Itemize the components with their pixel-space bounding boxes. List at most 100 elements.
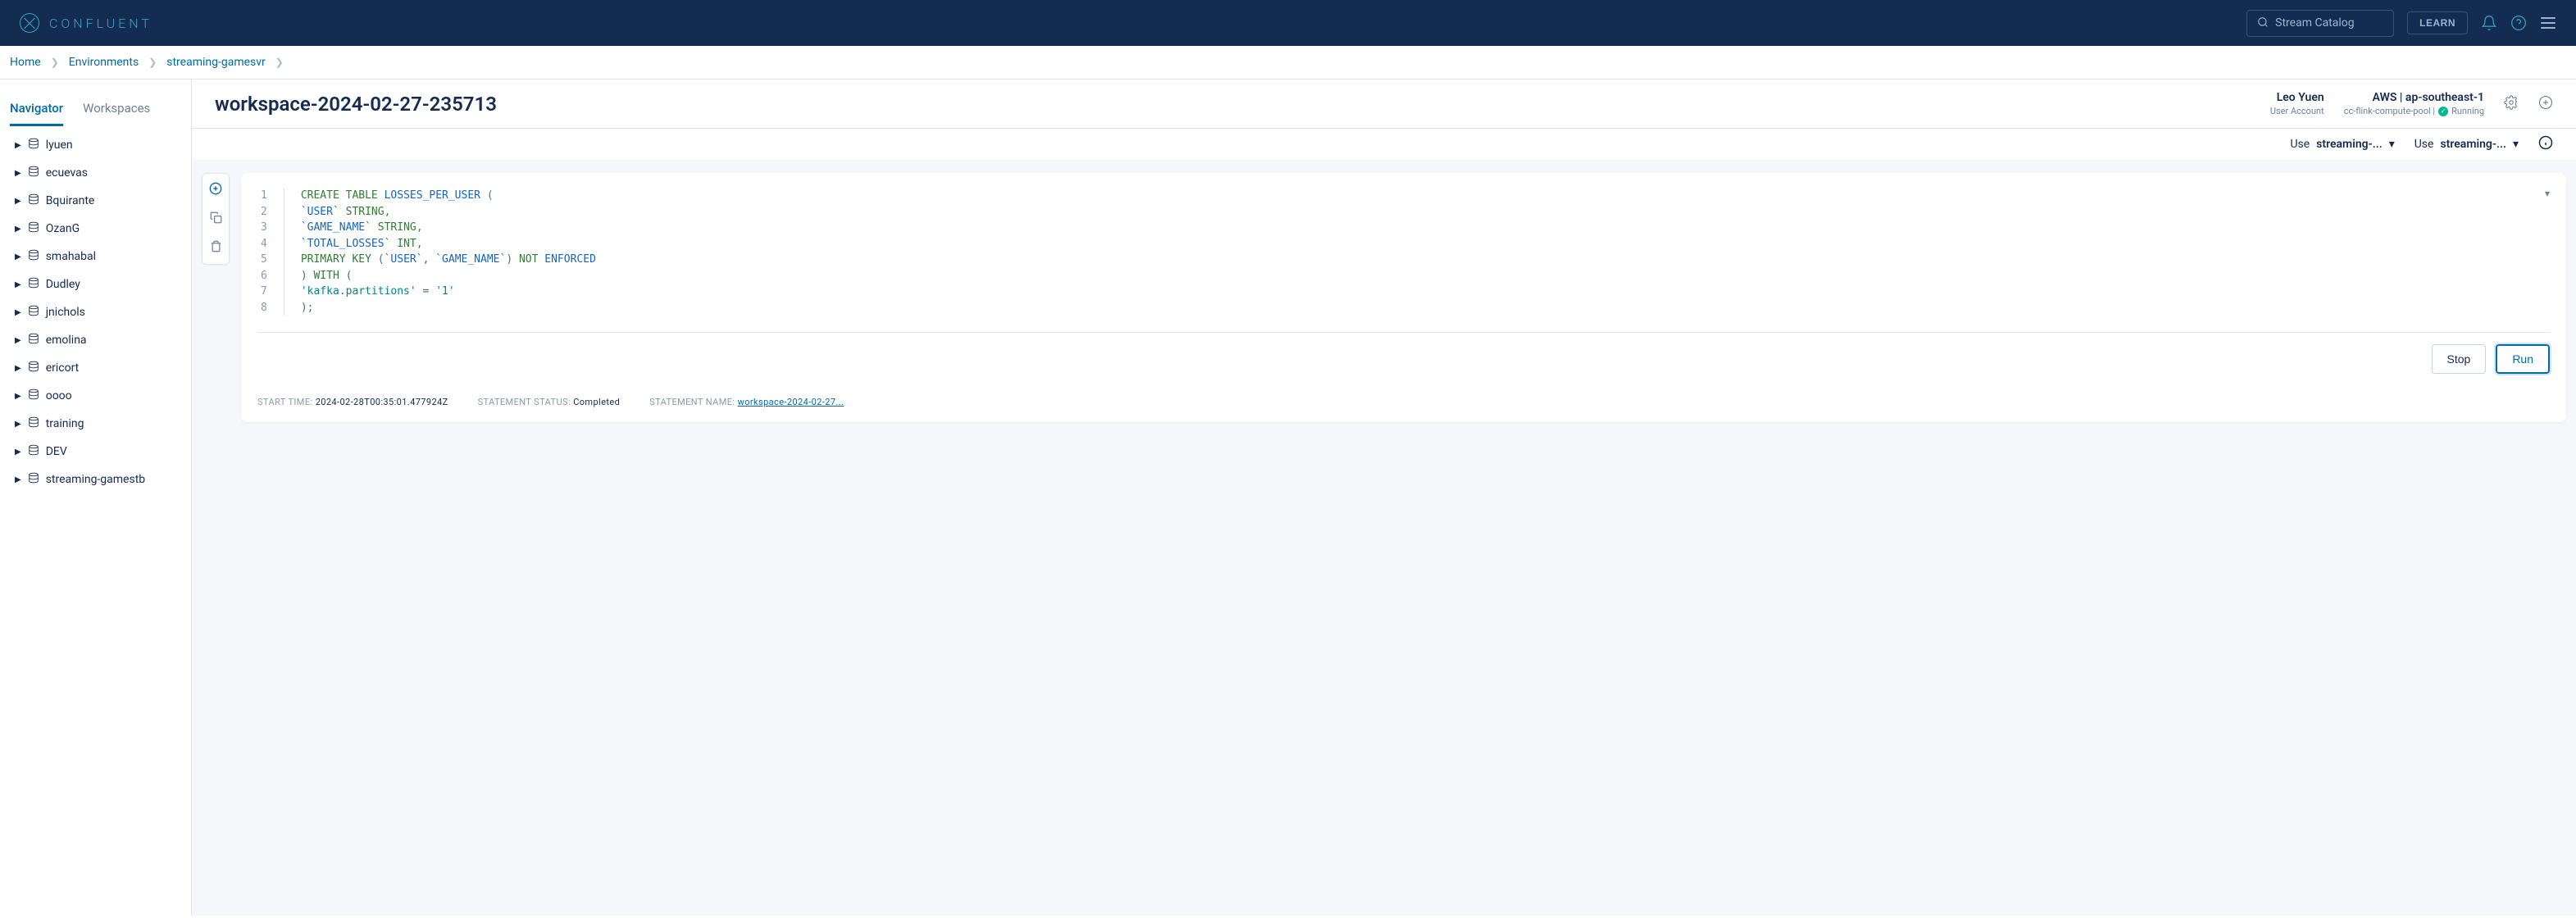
tree-item-label: Dudley <box>46 278 80 291</box>
chevron-down-icon: ▾ <box>2513 138 2519 151</box>
tree-item-label: OzanG <box>46 222 80 235</box>
breadcrumb-home[interactable]: Home <box>10 56 41 69</box>
tree-item-label: Bquirante <box>46 194 95 207</box>
status-label: STATEMENT STATUS: <box>478 397 571 407</box>
tree-item-label: ericort <box>46 361 80 375</box>
main-layout: Navigator Workspaces ▶lyuen▶ecuevas▶Bqui… <box>0 80 2576 916</box>
tree-item-label: lyuen <box>46 139 73 152</box>
tree-item[interactable]: ▶ jnichols <box>0 298 191 326</box>
use-catalog-value: streaming-... <box>2316 138 2383 151</box>
database-icon <box>28 472 39 487</box>
code-content[interactable]: CREATE TABLE LOSSES_PER_USER ( `USER` ST… <box>284 188 596 316</box>
status-running-icon: ✓ <box>2438 107 2448 116</box>
info-icon[interactable] <box>2538 135 2553 153</box>
statement-footer: START TIME: 2024-02-28T00:35:01.477924Z … <box>257 397 2550 407</box>
database-icon <box>28 249 39 264</box>
tree-item-label: oooo <box>46 389 72 402</box>
content-area: workspace-2024-02-27-235713 Leo Yuen Use… <box>192 80 2576 916</box>
tree-item[interactable]: ▶ oooo <box>0 382 191 410</box>
user-account-block[interactable]: Leo Yuen User Account <box>2270 91 2324 116</box>
start-time-label: START TIME: <box>257 397 313 407</box>
tree-item-label: streaming-gamestb <box>46 473 145 486</box>
tree-item[interactable]: ▶ lyuen <box>0 131 191 159</box>
page-title: workspace-2024-02-27-235713 <box>215 93 497 116</box>
tree-item[interactable]: ▶ DEV <box>0 438 191 466</box>
database-icon <box>28 221 39 236</box>
caret-right-icon: ▶ <box>15 197 21 206</box>
use-selector-row: Use streaming-... ▾ Use streaming-... ▾ <box>192 129 2576 160</box>
breadcrumb: Home ❯ Environments ❯ streaming-gamesvr … <box>0 46 2576 80</box>
help-icon[interactable] <box>2510 15 2527 31</box>
tree-item[interactable]: ▶ecuevas <box>0 159 191 187</box>
pool-name: cc-flink-compute-pool | <box>2344 106 2435 116</box>
use-database-selector[interactable]: Use streaming-... ▾ <box>2414 138 2519 151</box>
tree-item[interactable]: ▶emolina <box>0 326 191 354</box>
name-label: STATEMENT NAME: <box>649 397 735 407</box>
chevron-right-icon: ❯ <box>51 57 59 68</box>
trash-icon[interactable] <box>207 240 224 256</box>
tab-navigator[interactable]: Navigator <box>10 93 63 126</box>
editor-area: 12345678 CREATE TABLE LOSSES_PER_USER ( … <box>192 160 2576 435</box>
caret-right-icon: ▶ <box>15 475 21 484</box>
learn-button[interactable]: LEARN <box>2407 11 2468 34</box>
region-sub: cc-flink-compute-pool | ✓ Running <box>2344 106 2484 116</box>
caret-right-icon: ▶ <box>15 336 21 345</box>
add-cell-icon[interactable] <box>207 182 224 198</box>
tree-item-label: training <box>46 417 84 430</box>
tree-item[interactable]: ▶ training <box>0 410 191 438</box>
plus-circle-icon[interactable] <box>2538 95 2553 113</box>
sidebar-tabs: Navigator Workspaces <box>0 80 191 126</box>
workspace-header: workspace-2024-02-27-235713 Leo Yuen Use… <box>192 80 2576 129</box>
database-icon <box>28 166 39 180</box>
use-prefix: Use <box>2414 138 2434 151</box>
sidebar: Navigator Workspaces ▶lyuen▶ecuevas▶Bqui… <box>0 80 192 916</box>
tree-item-label: smahabal <box>46 250 96 263</box>
start-time-value: 2024-02-28T00:35:01.477924Z <box>316 397 448 407</box>
caret-right-icon: ▶ <box>15 308 21 317</box>
tree-item[interactable]: ▶ smahabal <box>0 243 191 270</box>
use-catalog-selector[interactable]: Use streaming-... ▾ <box>2290 138 2394 151</box>
chevron-down-icon[interactable]: ▾ <box>2538 188 2550 316</box>
run-button[interactable]: Run <box>2496 344 2550 374</box>
status-text: Running <box>2451 106 2484 116</box>
tree-item[interactable]: ▶ OzanG <box>0 215 191 243</box>
bell-icon[interactable] <box>2481 15 2497 31</box>
statement-status-field: STATEMENT STATUS: Completed <box>478 397 621 407</box>
app-header: CONFLUENT Stream Catalog LEARN <box>0 0 2576 46</box>
breadcrumb-env-name[interactable]: streaming-gamesvr <box>166 56 266 69</box>
editor-card: 12345678 CREATE TABLE LOSSES_PER_USER ( … <box>241 173 2566 422</box>
line-numbers: 12345678 <box>257 188 284 316</box>
user-role: User Account <box>2270 106 2324 116</box>
statement-name-link[interactable]: workspace-2024-02-27... <box>738 397 844 407</box>
copy-icon[interactable] <box>207 211 224 227</box>
search-icon <box>2257 16 2269 31</box>
code-editor[interactable]: 12345678 CREATE TABLE LOSSES_PER_USER ( … <box>257 188 2538 316</box>
database-icon <box>28 444 39 459</box>
database-icon <box>28 333 39 348</box>
gear-icon[interactable] <box>2504 95 2519 113</box>
chevron-right-icon: ❯ <box>148 57 157 68</box>
database-icon <box>28 416 39 431</box>
tree-item[interactable]: ▶ericort <box>0 354 191 382</box>
stream-catalog-search[interactable]: Stream Catalog <box>2246 10 2394 37</box>
caret-right-icon: ▶ <box>15 169 21 178</box>
editor-toolbar <box>202 173 230 265</box>
stop-button[interactable]: Stop <box>2432 344 2487 374</box>
region-block[interactable]: AWS | ap-southeast-1 cc-flink-compute-po… <box>2344 91 2484 116</box>
caret-right-icon: ▶ <box>15 252 21 261</box>
brand-logo[interactable]: CONFLUENT <box>20 13 152 33</box>
caret-right-icon: ▶ <box>15 448 21 457</box>
tree-item[interactable]: ▶ streaming-gamestb <box>0 466 191 493</box>
editor-actions: Stop Run <box>257 344 2550 374</box>
caret-right-icon: ▶ <box>15 392 21 401</box>
caret-right-icon: ▶ <box>15 141 21 150</box>
breadcrumb-environments[interactable]: Environments <box>69 56 139 69</box>
tree-item-label: jnichols <box>46 306 85 319</box>
tab-workspaces[interactable]: Workspaces <box>83 93 150 126</box>
caret-right-icon: ▶ <box>15 420 21 429</box>
menu-icon[interactable] <box>2540 15 2556 31</box>
tree-item[interactable]: ▶ Bquirante <box>0 187 191 215</box>
caret-right-icon: ▶ <box>15 225 21 234</box>
tree-item-label: DEV <box>46 445 67 458</box>
tree-item[interactable]: ▶Dudley <box>0 270 191 298</box>
